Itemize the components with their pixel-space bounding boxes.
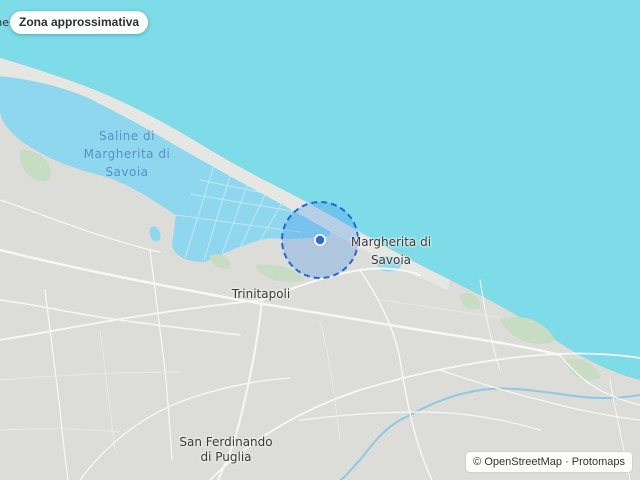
water-label-line-1: Saline di <box>99 129 155 143</box>
place-label-line: Trinitapoli <box>231 287 291 301</box>
protomaps-link[interactable]: Protomaps <box>572 456 625 468</box>
place-label-line: di Puglia <box>200 450 252 464</box>
location-layer <box>281 201 359 279</box>
place-label-line: Savoia <box>370 253 412 267</box>
map-attribution: © OpenStreetMap · Protomaps <box>466 452 632 472</box>
water-label-line-2: Margherita di <box>83 147 171 161</box>
place-label-line: San Ferdinando <box>179 435 273 449</box>
water-label-line-3: Savoia <box>105 165 149 179</box>
clipped-place-label: ne <box>0 16 9 29</box>
attribution-separator: · <box>565 456 569 468</box>
place-label-margherita[interactable]: Margherita di Savoia <box>350 235 432 268</box>
copyright-symbol: © <box>473 456 482 468</box>
place-label-trinitapoli[interactable]: Trinitapoli <box>226 287 296 302</box>
osm-link[interactable]: OpenStreetMap <box>484 456 562 468</box>
place-label-san-ferdinando[interactable]: San Ferdinando di Puglia <box>172 435 280 465</box>
place-label-line: Margherita di <box>350 235 432 249</box>
water-label: Saline di Margherita di Savoia <box>72 127 182 181</box>
approximate-zone-badge: Zona approssimativa <box>10 11 149 34</box>
map-view[interactable]: Saline di Margherita di Savoia Margherit… <box>0 0 640 480</box>
location-dot <box>315 235 325 245</box>
